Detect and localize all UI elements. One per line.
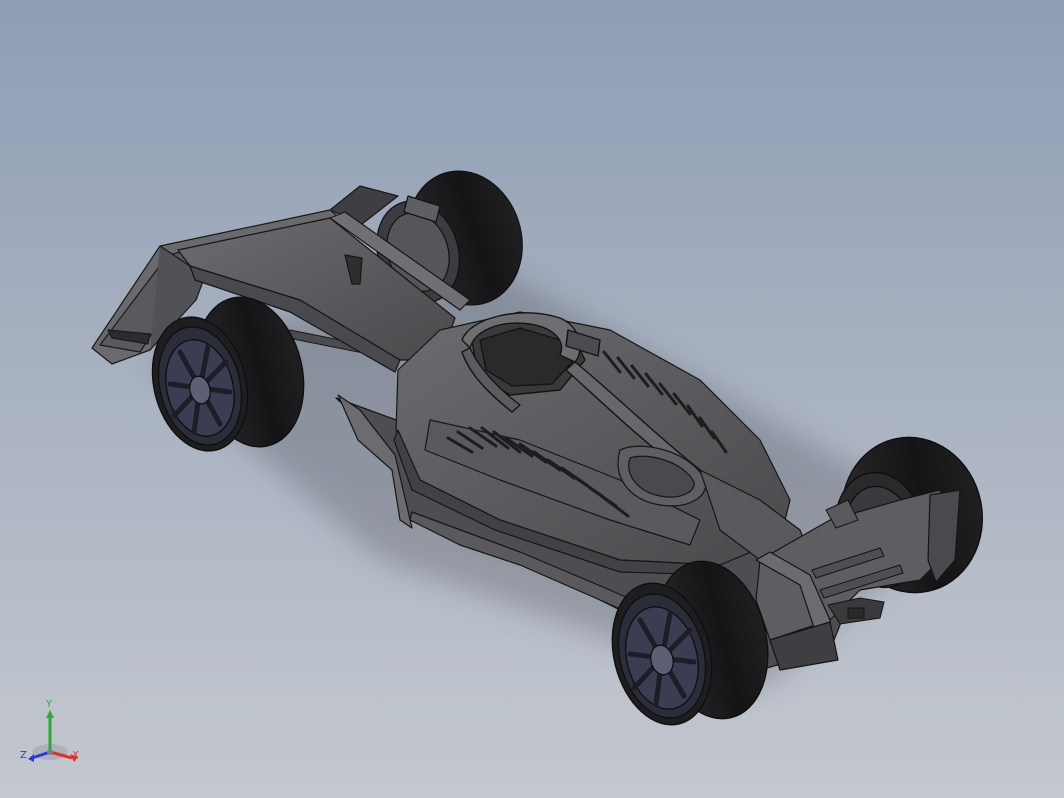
triad-axes <box>28 710 78 762</box>
triad-y-label: Y <box>46 699 53 710</box>
graphics-viewport[interactable]: X Y Z <box>0 0 1064 798</box>
triad-x-label: X <box>72 750 79 761</box>
triad-z-label: Z <box>20 750 27 761</box>
reference-triad[interactable]: X Y Z <box>16 700 86 772</box>
car-model[interactable] <box>0 0 1064 798</box>
